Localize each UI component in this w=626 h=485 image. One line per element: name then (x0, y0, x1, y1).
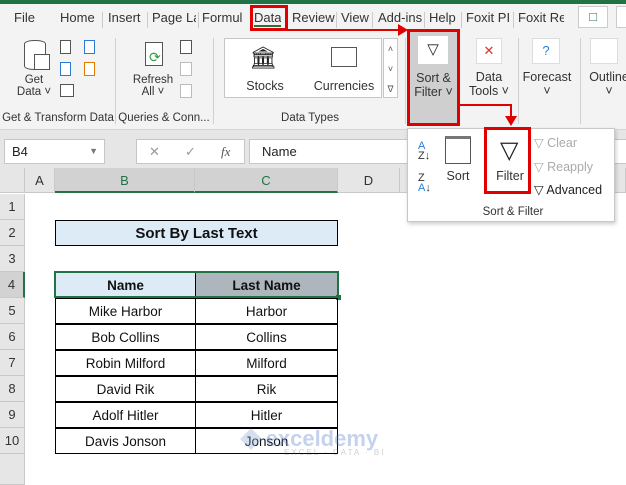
last-name-cell[interactable]: Rik (195, 376, 338, 402)
arrow-head (398, 24, 408, 36)
comment-icon[interactable]: □ (578, 6, 608, 28)
currencies-button[interactable]: Currencies (309, 79, 379, 93)
ribbon-tabs: File Home Insert Page La Formul Data Rev… (0, 4, 626, 30)
ribbon: Get Data ˅ Get & Transform Data ⟳ Refresh… (0, 30, 626, 130)
row-header-2[interactable]: 2 (0, 220, 25, 246)
column-header-c[interactable]: C (195, 168, 338, 193)
row-header-1[interactable]: 1 (0, 194, 25, 220)
table-icon (34, 54, 50, 70)
row-header-5[interactable]: 5 (0, 298, 25, 324)
name-cell[interactable]: Bob Collins (55, 324, 196, 350)
tab-home[interactable]: Home (60, 10, 95, 25)
highlight-filter (484, 127, 531, 194)
row-header-4[interactable]: 4 (0, 272, 25, 298)
forecast-icon: ? (532, 38, 560, 64)
row-header-6[interactable]: 6 (0, 324, 25, 350)
row-header-3[interactable]: 3 (0, 246, 25, 272)
group-label-data-types: Data Types (281, 112, 339, 124)
data-types-gallery: 🏛 Stocks Currencies (224, 38, 382, 98)
enter-icon[interactable]: ✓ (185, 140, 196, 163)
name-box[interactable]: B4 ▼ (4, 139, 105, 164)
existing-connections-icon[interactable] (84, 62, 95, 76)
sort-button[interactable]: Sort (440, 169, 476, 183)
row-header-7[interactable]: 7 (0, 350, 25, 376)
tab-insert[interactable]: Insert (108, 10, 141, 25)
last-name-cell[interactable]: Collins (195, 324, 338, 350)
refresh-icon: ⟳ (145, 42, 163, 66)
data-tools-button[interactable]: Data Tools ˅ (466, 70, 512, 98)
row-header-10[interactable]: 10 (0, 428, 25, 454)
select-all-corner[interactable] (0, 168, 25, 193)
arrow-head (505, 116, 517, 126)
tab-review[interactable]: Review (292, 10, 335, 25)
stocks-button[interactable]: Stocks (235, 79, 295, 93)
get-data-button[interactable]: Get Data ˅ (14, 74, 54, 98)
from-table-icon[interactable] (60, 84, 74, 97)
arrow-line (288, 29, 400, 31)
highlight-sort-filter (407, 29, 460, 126)
name-cell[interactable]: Mike Harbor (55, 298, 196, 324)
last-name-cell[interactable]: Jonson (195, 428, 338, 454)
tab-foxit-reader[interactable]: Foxit Re (518, 10, 564, 25)
recent-sources-icon[interactable] (84, 40, 95, 54)
name-cell[interactable]: David Rik (55, 376, 196, 402)
highlight-data-tab (250, 5, 288, 31)
column-header-d[interactable]: D (338, 168, 400, 193)
row-header-9[interactable]: 9 (0, 402, 25, 428)
gallery-scroll[interactable]: ˄ ˅ ∇ (383, 38, 398, 98)
share-button[interactable] (616, 6, 626, 28)
arrow-line (460, 104, 512, 106)
clear-filter-icon: ▽ (534, 136, 544, 150)
tab-page-layout[interactable]: Page La (152, 10, 196, 25)
edit-links-icon[interactable] (180, 84, 192, 98)
tab-view[interactable]: View (341, 10, 369, 25)
group-label-queries: Queries & Conn... (118, 112, 210, 124)
currencies-icon (331, 47, 357, 67)
forecast-button[interactable]: Forecast ˅ (520, 70, 574, 98)
sort-icon (445, 136, 471, 164)
group-label-sort-filter: Sort & Filter (482, 206, 544, 218)
last-name-cell[interactable]: Harbor (195, 298, 338, 324)
properties-icon[interactable] (180, 62, 192, 76)
selection-border (54, 271, 339, 298)
tab-foxit-pdf[interactable]: Foxit PI (466, 10, 511, 25)
reapply-button[interactable]: ▽ Reapply (534, 159, 593, 174)
tab-formulas[interactable]: Formul (202, 10, 245, 25)
tab-file[interactable]: File (14, 10, 35, 25)
clear-button[interactable]: ▽ Clear (534, 135, 577, 150)
row-header-8[interactable]: 8 (0, 376, 25, 402)
name-cell[interactable]: Adolf Hitler (55, 402, 196, 428)
column-header-b[interactable]: B (55, 168, 195, 193)
tab-help[interactable]: Help (429, 10, 456, 25)
from-web-icon[interactable] (60, 62, 71, 76)
sort-z-to-a-button[interactable]: Z A↓ (418, 173, 431, 194)
insert-function-icon[interactable]: fx (221, 140, 230, 163)
sort-a-to-z-button[interactable]: A Z↓ (418, 141, 430, 162)
outline-icon (590, 38, 618, 64)
bank-icon: 🏛 (249, 45, 277, 70)
last-name-cell[interactable]: Milford (195, 350, 338, 376)
cancel-icon[interactable]: ✕ (149, 140, 160, 163)
formula-buttons: ✕ ✓ fx (136, 139, 245, 164)
tab-add-ins[interactable]: Add-ins (378, 10, 422, 25)
advanced-button[interactable]: ▽ Advanced (534, 182, 602, 197)
queries-connections-icon[interactable] (180, 40, 192, 54)
data-tools-icon: ✕ (476, 38, 502, 64)
last-name-cell[interactable]: Hitler (195, 402, 338, 428)
group-label-get-transform: Get & Transform Data (2, 112, 114, 124)
reapply-icon: ▽ (534, 160, 544, 174)
refresh-all-button[interactable]: Refresh All ˅ (128, 74, 178, 98)
outline-button[interactable]: Outline ˅ (584, 70, 626, 98)
from-text-icon[interactable] (60, 40, 71, 54)
column-header-a[interactable]: A (25, 168, 55, 193)
name-cell[interactable]: Davis Jonson (55, 428, 196, 454)
name-cell[interactable]: Robin Milford (55, 350, 196, 376)
title-cell[interactable]: Sort By Last Text (55, 220, 338, 246)
advanced-filter-icon: ▽ (534, 183, 544, 197)
